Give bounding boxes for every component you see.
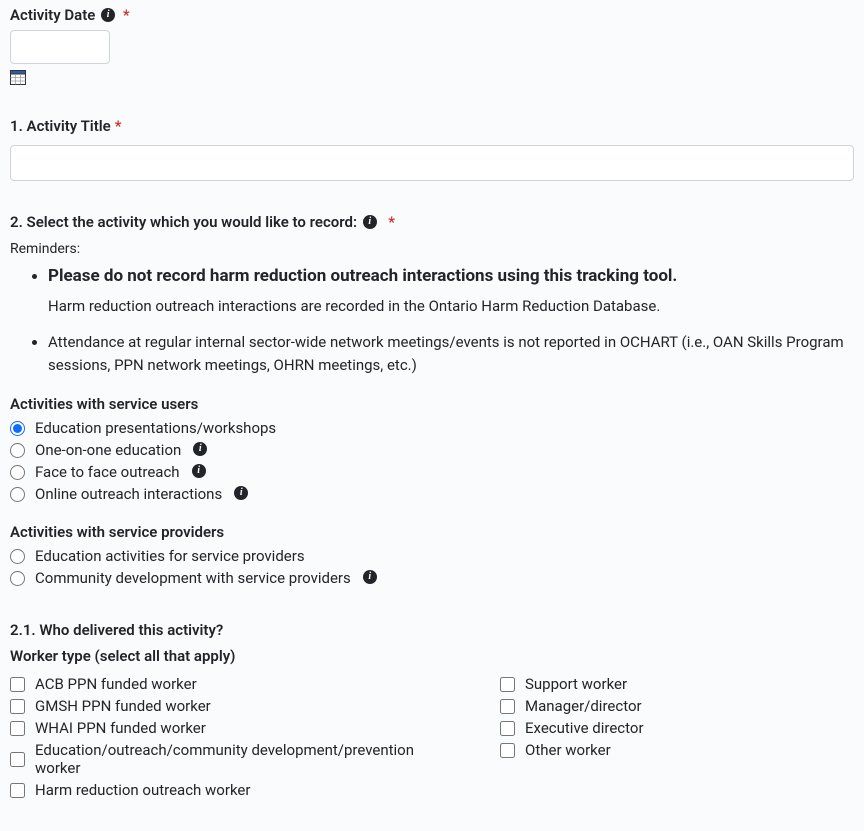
checkbox-input[interactable] bbox=[10, 783, 25, 798]
checkbox-education-outreach-worker[interactable]: Education/outreach/community development… bbox=[10, 739, 460, 779]
checkbox-harm-reduction-worker[interactable]: Harm reduction outreach worker bbox=[10, 779, 460, 801]
activity-date-label-text: Activity Date bbox=[10, 6, 95, 24]
checkbox-input[interactable] bbox=[500, 699, 515, 714]
checkbox-input[interactable] bbox=[10, 721, 25, 736]
who-delivered-section: 2.1. Who delivered this activity? Worker… bbox=[10, 621, 854, 801]
radio-input[interactable] bbox=[10, 443, 25, 458]
checkbox-input[interactable] bbox=[10, 752, 25, 767]
radio-education-service-providers[interactable]: Education activities for service provide… bbox=[10, 545, 854, 567]
reminder-bold: Please do not record harm reduction outr… bbox=[48, 266, 677, 286]
activity-type-label-text: 2. Select the activity which you would l… bbox=[10, 213, 357, 231]
checkbox-gmsh-ppn[interactable]: GMSH PPN funded worker bbox=[10, 695, 460, 717]
info-icon[interactable]: i bbox=[363, 570, 377, 584]
checkbox-input[interactable] bbox=[10, 677, 25, 692]
info-icon[interactable]: i bbox=[193, 442, 207, 456]
activity-type-label: 2. Select the activity which you would l… bbox=[10, 213, 854, 231]
worker-type-sublabel: Worker type (select all that apply) bbox=[10, 647, 854, 665]
radio-label: Online outreach interactions bbox=[35, 485, 222, 503]
radio-input[interactable] bbox=[10, 465, 25, 480]
checkbox-label: GMSH PPN funded worker bbox=[35, 697, 211, 715]
group-heading-service-providers: Activities with service providers bbox=[10, 523, 854, 541]
radio-online-outreach[interactable]: Online outreach interactions i bbox=[10, 483, 854, 505]
activity-title-label: 1. Activity Title* bbox=[10, 117, 854, 135]
activity-title-section: 1. Activity Title* bbox=[10, 117, 854, 181]
radio-label: Education presentations/workshops bbox=[35, 419, 276, 437]
checkbox-label: Harm reduction outreach worker bbox=[35, 781, 250, 799]
group-heading-service-users: Activities with service users bbox=[10, 395, 854, 413]
checkbox-executive-director[interactable]: Executive director bbox=[500, 717, 644, 739]
radio-education-presentations[interactable]: Education presentations/workshops bbox=[10, 417, 854, 439]
checkbox-label: Executive director bbox=[525, 719, 644, 737]
reminder-item: Please do not record harm reduction outr… bbox=[48, 263, 854, 319]
info-icon[interactable]: i bbox=[363, 215, 377, 229]
required-star: * bbox=[385, 213, 395, 231]
checkbox-label: Support worker bbox=[525, 675, 627, 693]
activity-title-label-text: 1. Activity Title bbox=[10, 117, 111, 135]
activity-date-section: Activity Date i * bbox=[10, 6, 854, 85]
calendar-icon[interactable] bbox=[10, 70, 854, 85]
required-star: * bbox=[115, 117, 122, 135]
activity-date-input[interactable] bbox=[10, 30, 110, 64]
who-delivered-label: 2.1. Who delivered this activity? bbox=[10, 621, 854, 639]
checkbox-input[interactable] bbox=[500, 721, 515, 736]
activity-title-input[interactable] bbox=[10, 145, 854, 181]
checkbox-manager-director[interactable]: Manager/director bbox=[500, 695, 644, 717]
checkbox-input[interactable] bbox=[500, 743, 515, 758]
checkbox-label: Other worker bbox=[525, 741, 611, 759]
info-icon[interactable]: i bbox=[101, 8, 115, 22]
checkbox-whai-ppn[interactable]: WHAI PPN funded worker bbox=[10, 717, 460, 739]
radio-one-on-one-education[interactable]: One-on-one education i bbox=[10, 439, 854, 461]
radio-community-development[interactable]: Community development with service provi… bbox=[10, 567, 854, 589]
activity-type-section: 2. Select the activity which you would l… bbox=[10, 213, 854, 589]
info-icon[interactable]: i bbox=[192, 464, 206, 478]
checkbox-support-worker[interactable]: Support worker bbox=[500, 673, 644, 695]
checkbox-input[interactable] bbox=[10, 699, 25, 714]
checkbox-label: WHAI PPN funded worker bbox=[35, 719, 206, 737]
radio-label: Education activities for service provide… bbox=[35, 547, 305, 565]
worker-col-left: ACB PPN funded worker GMSH PPN funded wo… bbox=[10, 673, 460, 801]
reminder-sub: Harm reduction outreach interactions are… bbox=[48, 295, 854, 318]
checkbox-label: Education/outreach/community development… bbox=[35, 741, 460, 777]
checkbox-label: Manager/director bbox=[525, 697, 642, 715]
checkbox-input[interactable] bbox=[500, 677, 515, 692]
reminders-heading: Reminders: bbox=[10, 241, 854, 257]
radio-input[interactable] bbox=[10, 571, 25, 586]
radio-face-to-face-outreach[interactable]: Face to face outreach i bbox=[10, 461, 854, 483]
radio-label: Face to face outreach bbox=[35, 463, 180, 481]
worker-col-right: Support worker Manager/director Executiv… bbox=[500, 673, 644, 801]
activity-date-label: Activity Date i * bbox=[10, 6, 854, 24]
info-icon[interactable]: i bbox=[234, 486, 248, 500]
radio-input[interactable] bbox=[10, 549, 25, 564]
required-star: * bbox=[123, 6, 130, 24]
radio-label: Community development with service provi… bbox=[35, 569, 351, 587]
reminder-item: Attendance at regular internal sector-wi… bbox=[48, 331, 854, 378]
checkbox-label: ACB PPN funded worker bbox=[35, 675, 197, 693]
radio-input[interactable] bbox=[10, 421, 25, 436]
reminder-list: Please do not record harm reduction outr… bbox=[10, 263, 854, 377]
checkbox-other-worker[interactable]: Other worker bbox=[500, 739, 644, 761]
checkbox-acb-ppn[interactable]: ACB PPN funded worker bbox=[10, 673, 460, 695]
radio-label: One-on-one education bbox=[35, 441, 181, 459]
radio-input[interactable] bbox=[10, 487, 25, 502]
